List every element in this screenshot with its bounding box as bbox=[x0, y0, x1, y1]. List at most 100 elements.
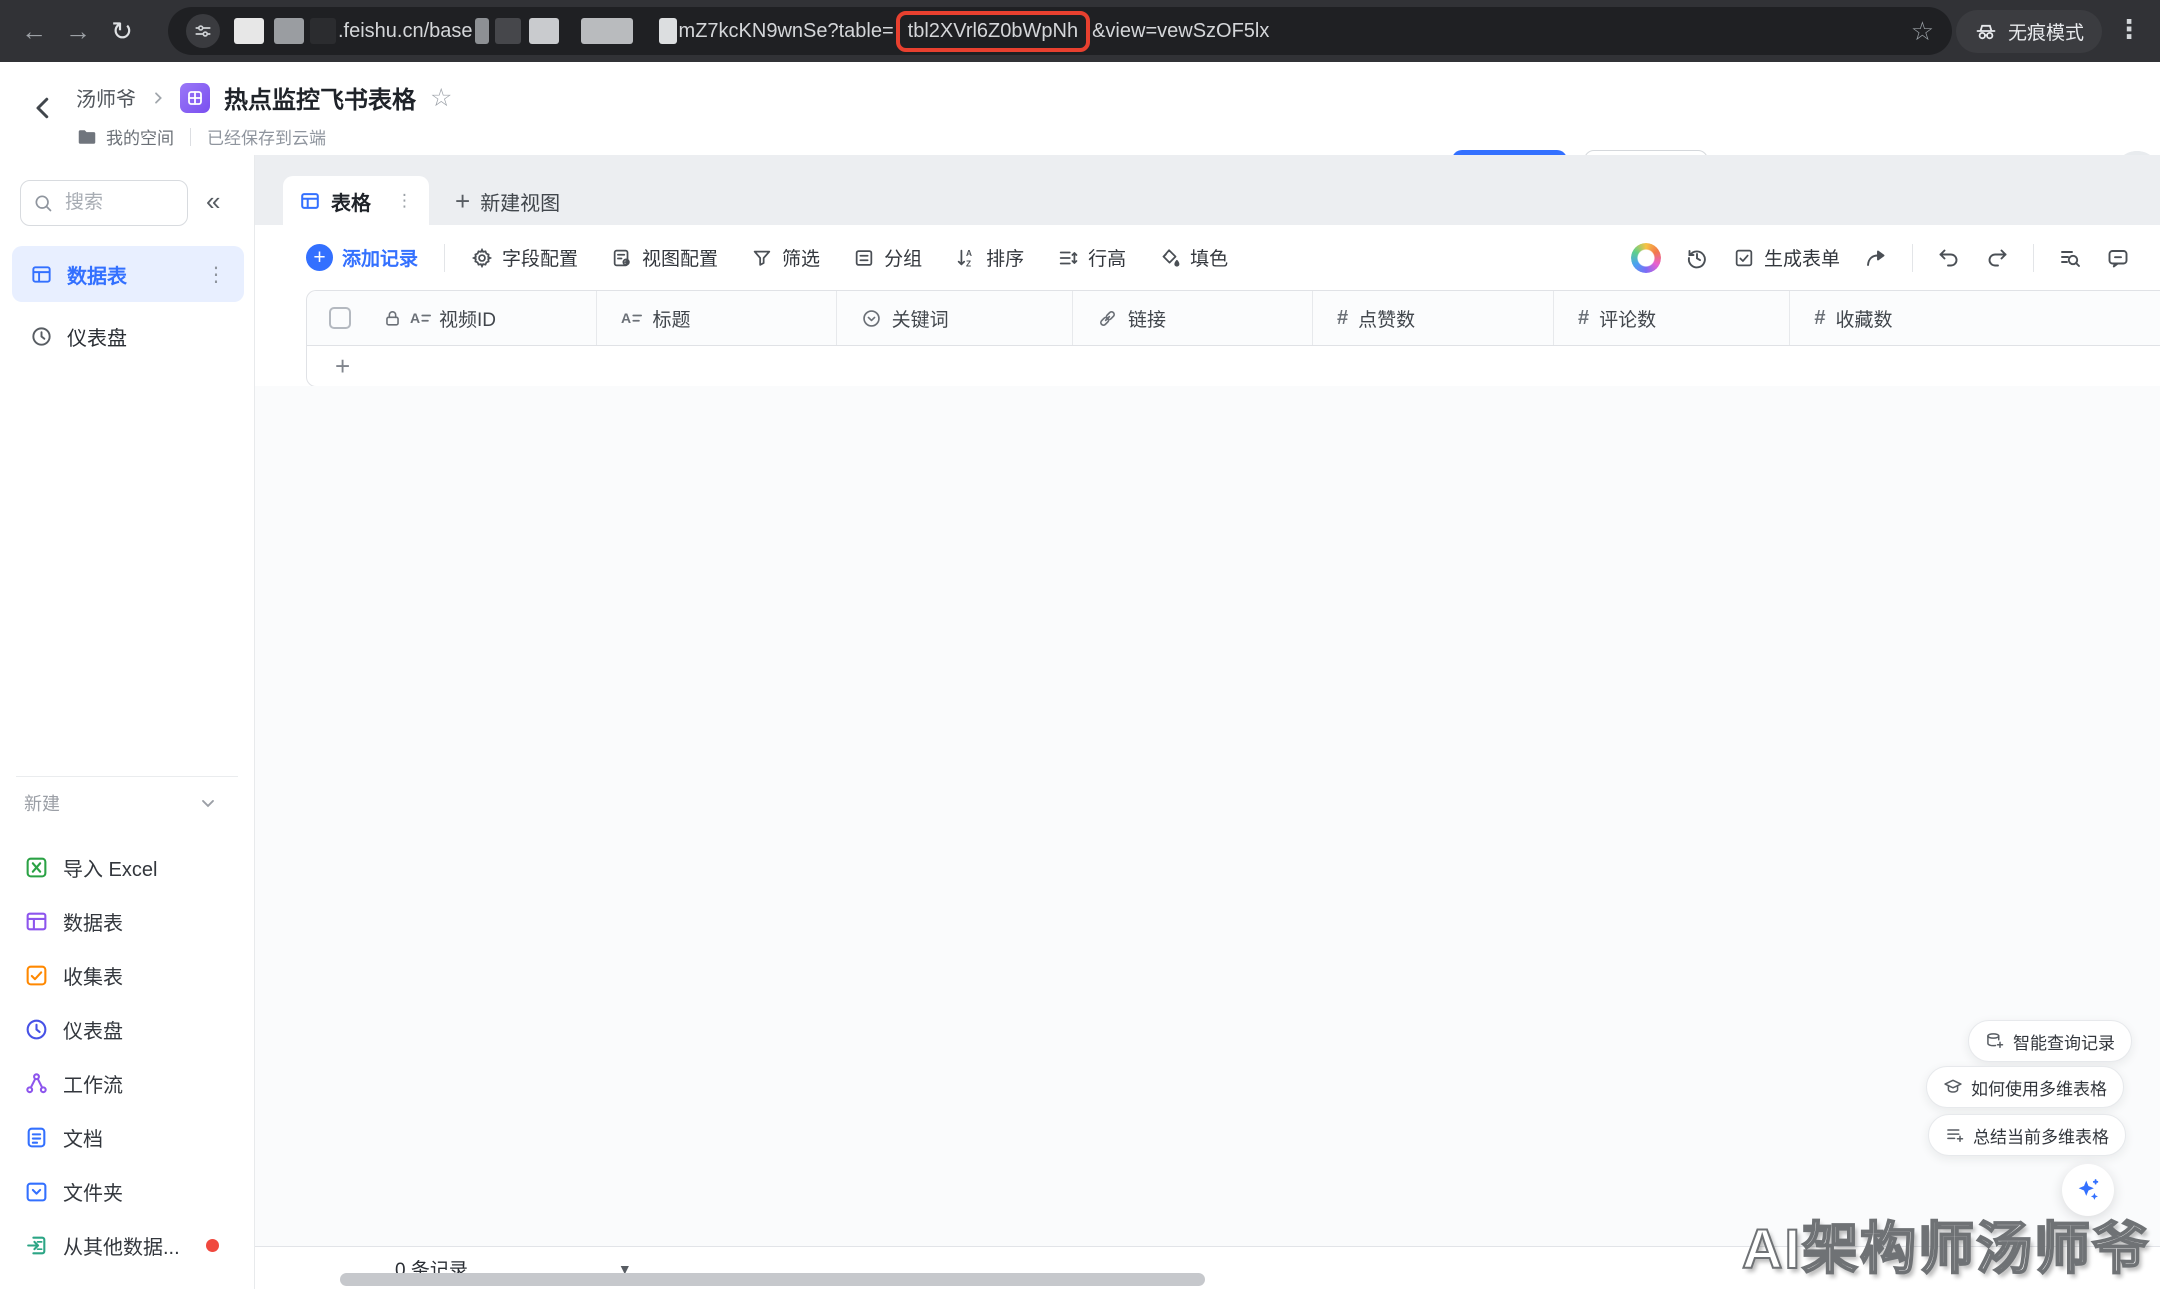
text-field-icon: A bbox=[410, 308, 431, 329]
excel-icon bbox=[24, 855, 49, 880]
generate-form-label: 生成表单 bbox=[1764, 244, 1840, 271]
browser-menu-icon[interactable]: ⋮ bbox=[2116, 14, 2142, 45]
browser-forward-icon[interactable]: → bbox=[56, 16, 100, 47]
bitable-app-icon bbox=[180, 83, 210, 113]
view-menu-icon[interactable]: ⋮ bbox=[396, 191, 413, 211]
sidebar-new-document[interactable]: 文档 bbox=[24, 1110, 244, 1164]
breadcrumb-root[interactable]: 汤师爷 bbox=[76, 83, 136, 112]
search-records-icon[interactable] bbox=[2058, 246, 2082, 270]
column-header-link[interactable]: 链接 bbox=[1073, 291, 1313, 345]
sidebar-item-datasheet[interactable]: 数据表 ⋮ bbox=[12, 246, 244, 302]
url-table-id-highlight: tbl2XVrl6Z0bWpNh bbox=[896, 11, 1090, 52]
number-field-icon: # bbox=[1337, 307, 1348, 330]
incognito-badge: 无痕模式 bbox=[1956, 10, 2102, 53]
comment-icon[interactable] bbox=[2106, 246, 2130, 270]
browser-back-icon[interactable]: ← bbox=[12, 16, 56, 47]
sidebar-new-from-other-data[interactable]: 从其他数据... bbox=[24, 1218, 244, 1272]
share-view-icon[interactable] bbox=[1864, 246, 1888, 270]
sidebar-new-section-header[interactable]: 新建 bbox=[24, 790, 236, 816]
datasheet-icon bbox=[24, 909, 49, 934]
redo-icon[interactable] bbox=[1985, 246, 2009, 270]
column-header-comments[interactable]: # 评论数 bbox=[1554, 291, 1790, 345]
watermark: AI架构师汤师爷 bbox=[1742, 1204, 2150, 1285]
site-settings-icon[interactable] bbox=[186, 14, 220, 48]
svg-text:A: A bbox=[966, 249, 972, 258]
sidebar-item-dashboard[interactable]: 仪表盘 bbox=[30, 312, 127, 360]
workflow-icon bbox=[24, 1071, 49, 1096]
number-field-icon: # bbox=[1578, 307, 1589, 330]
sidebar-new-list: 导入 Excel 数据表 收集表 仪表盘 工作流 bbox=[24, 840, 244, 1272]
import-data-icon bbox=[24, 1233, 49, 1258]
divider bbox=[2033, 244, 2034, 272]
horizontal-scrollbar[interactable] bbox=[340, 1273, 1205, 1286]
summarize-pill[interactable]: 总结当前多维表格 bbox=[1928, 1114, 2126, 1156]
column-header-video-id[interactable]: A 视频ID bbox=[307, 291, 597, 345]
view-toolbar: + 添加记录 字段配置 视图配置 筛 bbox=[255, 225, 2160, 290]
sidebar-item-label: 数据表 bbox=[67, 260, 127, 289]
url-table-id: tbl2XVrl6Z0bWpNh bbox=[908, 20, 1078, 42]
add-row-button[interactable]: + bbox=[307, 346, 2160, 386]
item-label: 文件夹 bbox=[63, 1177, 123, 1206]
plus-icon: + bbox=[455, 188, 470, 214]
view-config-button[interactable]: 视图配置 bbox=[611, 244, 718, 271]
folder-icon bbox=[24, 1179, 49, 1204]
how-to-use-pill[interactable]: 如何使用多维表格 bbox=[1926, 1066, 2124, 1108]
column-header-title[interactable]: A 标题 bbox=[597, 291, 836, 345]
item-menu-icon[interactable]: ⋮ bbox=[206, 262, 226, 287]
row-height-button[interactable]: 行高 bbox=[1057, 244, 1126, 271]
divider bbox=[1912, 244, 1913, 272]
notification-dot bbox=[206, 1239, 219, 1252]
column-header-keyword[interactable]: 关键词 bbox=[837, 291, 1073, 345]
number-field-icon: # bbox=[1814, 307, 1825, 330]
select-all-checkbox[interactable] bbox=[329, 307, 351, 329]
divider bbox=[16, 776, 238, 777]
column-header-favorites[interactable]: # 收藏数 bbox=[1790, 291, 2160, 345]
item-label: 文档 bbox=[63, 1123, 103, 1152]
app-window: ← → ↻ .feishu.cn/base mZ7kcKN9wnSe?table… bbox=[0, 0, 2160, 1289]
undo-icon[interactable] bbox=[1937, 246, 1961, 270]
sidebar-collapse-icon[interactable]: « bbox=[206, 186, 220, 217]
filter-button[interactable]: 筛选 bbox=[751, 244, 820, 271]
add-record-label: 添加记录 bbox=[342, 244, 418, 271]
column-label: 链接 bbox=[1128, 305, 1166, 332]
sidebar-search-input[interactable] bbox=[63, 191, 167, 215]
sidebar-search[interactable] bbox=[20, 180, 188, 226]
pill-label: 如何使用多维表格 bbox=[1971, 1075, 2107, 1100]
sidebar-new-dashboard[interactable]: 仪表盘 bbox=[24, 1002, 244, 1056]
sidebar-new-folder[interactable]: 文件夹 bbox=[24, 1164, 244, 1218]
view-tab-grid[interactable]: 表格 ⋮ bbox=[283, 176, 429, 226]
row-height-icon bbox=[1057, 247, 1079, 269]
history-icon[interactable] bbox=[1685, 246, 1709, 270]
sidebar-new-form[interactable]: 收集表 bbox=[24, 948, 244, 1002]
add-record-button[interactable]: + 添加记录 bbox=[306, 244, 418, 271]
sidebar-item-label: 仪表盘 bbox=[67, 322, 127, 351]
new-view-button[interactable]: + 新建视图 bbox=[455, 176, 560, 226]
address-bar[interactable]: .feishu.cn/base mZ7kcKN9wnSe?table= tbl2… bbox=[168, 7, 1952, 55]
space-folder-icon bbox=[78, 129, 96, 145]
sidebar-new-datasheet[interactable]: 数据表 bbox=[24, 894, 244, 948]
text-field-icon: A bbox=[621, 308, 642, 329]
browser-reload-icon[interactable]: ↻ bbox=[100, 16, 144, 47]
dashboard-icon bbox=[24, 1017, 49, 1042]
bookmark-star-icon[interactable]: ☆ bbox=[1911, 16, 1934, 47]
fill-color-button[interactable]: 填色 bbox=[1159, 244, 1228, 271]
pill-label: 智能查询记录 bbox=[2013, 1029, 2115, 1054]
ai-gradient-icon[interactable] bbox=[1631, 243, 1661, 273]
column-label: 点赞数 bbox=[1358, 305, 1415, 332]
space-name[interactable]: 我的空间 bbox=[106, 124, 174, 149]
favorite-star-icon[interactable]: ☆ bbox=[430, 83, 452, 113]
column-label: 视频ID bbox=[439, 305, 496, 332]
grid-header-row: A 视频ID A 标题 关键词 bbox=[307, 291, 2160, 346]
sidebar-new-import-excel[interactable]: 导入 Excel bbox=[24, 840, 244, 894]
group-button[interactable]: 分组 bbox=[853, 244, 922, 271]
column-header-likes[interactable]: # 点赞数 bbox=[1313, 291, 1554, 345]
dashboard-icon bbox=[30, 325, 53, 348]
sort-button[interactable]: A Z 排序 bbox=[955, 244, 1024, 271]
field-config-button[interactable]: 字段配置 bbox=[471, 244, 578, 271]
generate-form-button[interactable]: 生成表单 bbox=[1733, 244, 1840, 271]
url-redaction bbox=[495, 18, 521, 44]
breadcrumb-chevron-icon bbox=[150, 90, 166, 106]
sidebar-new-workflow[interactable]: 工作流 bbox=[24, 1056, 244, 1110]
doc-back-icon[interactable] bbox=[28, 90, 58, 126]
smart-query-pill[interactable]: 智能查询记录 bbox=[1968, 1020, 2132, 1062]
